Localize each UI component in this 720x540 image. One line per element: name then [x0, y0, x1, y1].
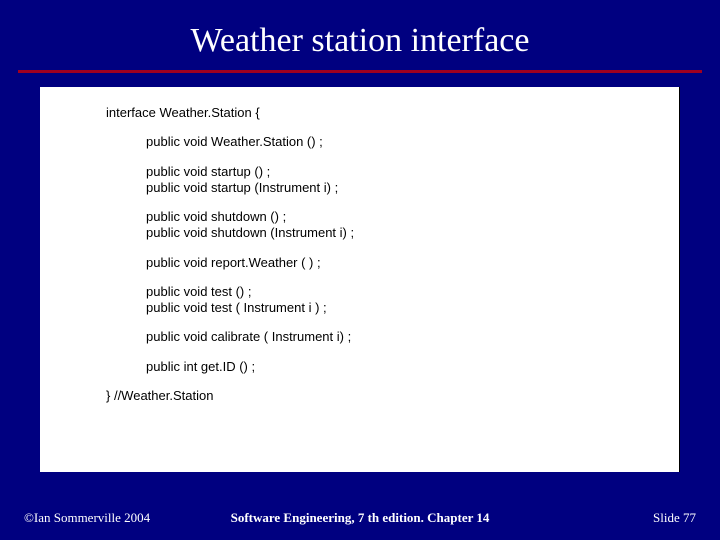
- code-line: public void test ( Instrument i ) ;: [60, 300, 659, 316]
- code-line: public void report.Weather ( ) ;: [60, 255, 659, 271]
- footer-copyright: ©Ian Sommerville 2004: [24, 510, 150, 526]
- code-line: public void shutdown () ;: [60, 209, 659, 225]
- code-line: public void shutdown (Instrument i) ;: [60, 225, 659, 241]
- code-panel: interface Weather.Station { public void …: [40, 87, 680, 472]
- slide-footer: ©Ian Sommerville 2004 Software Engineeri…: [0, 502, 720, 540]
- code-line: } //Weather.Station: [60, 388, 659, 404]
- footer-slide-number: Slide 77: [653, 510, 696, 526]
- code-line: interface Weather.Station {: [60, 105, 659, 121]
- code-line: public int get.ID () ;: [60, 359, 659, 375]
- slide-title: Weather station interface: [0, 0, 720, 70]
- code-line: public void startup (Instrument i) ;: [60, 180, 659, 196]
- title-underline: [18, 70, 702, 73]
- code-line: public void calibrate ( Instrument i) ;: [60, 329, 659, 345]
- code-line: public void Weather.Station () ;: [60, 134, 659, 150]
- code-line: public void test () ;: [60, 284, 659, 300]
- code-line: public void startup () ;: [60, 164, 659, 180]
